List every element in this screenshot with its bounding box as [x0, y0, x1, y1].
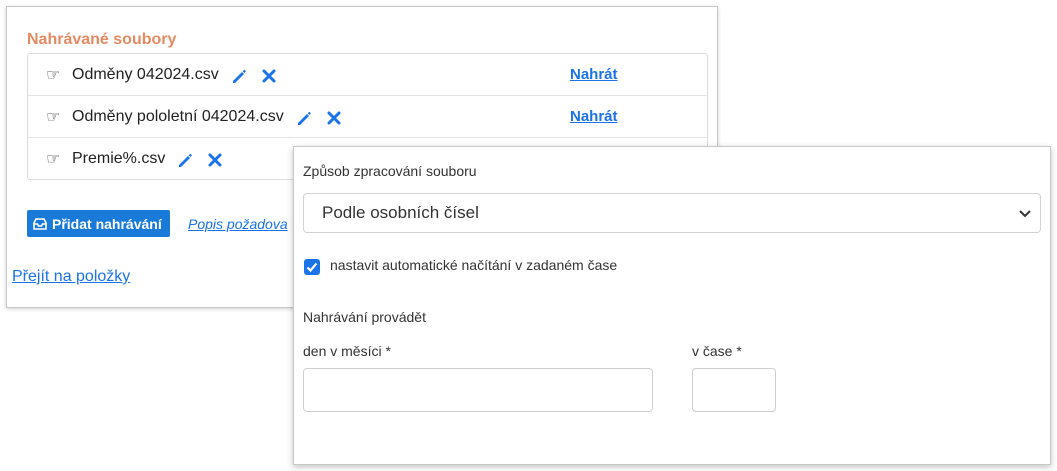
upload-link[interactable]: Nahrát [570, 66, 618, 83]
goto-items-link[interactable]: Přejít na položky [12, 268, 130, 286]
processing-settings-panel: Způsob zpracování souboru Podle osobních… [293, 146, 1051, 465]
file-name: Odměny 042024.csv [72, 65, 219, 83]
pointing-hand-icon: ☞ [46, 66, 61, 84]
processing-method-value: Podle osobních čísel [322, 203, 479, 222]
file-row: ☞ Odměny 042024.csv Nahrát [28, 54, 707, 95]
processing-method-label: Způsob zpracování souboru [303, 163, 477, 179]
time-label: v čase * [692, 343, 742, 359]
close-icon[interactable] [207, 152, 223, 168]
pointing-hand-icon: ☞ [46, 108, 61, 126]
inbox-icon [33, 217, 47, 230]
file-name: Premie%.csv [72, 149, 166, 167]
day-of-month-label: den v měsíci * [303, 343, 391, 359]
add-upload-button[interactable]: Přidat nahrávání [27, 210, 170, 237]
day-of-month-input[interactable] [303, 368, 653, 412]
time-input[interactable] [692, 368, 776, 412]
pointing-hand-icon: ☞ [46, 150, 61, 168]
close-icon[interactable] [326, 110, 342, 126]
auto-load-checkbox[interactable] [304, 259, 320, 275]
schedule-heading: Nahrávání provádět [303, 309, 426, 325]
section-title: Nahrávané soubory [27, 31, 177, 48]
requirements-description-link[interactable]: Popis požadova [188, 216, 288, 232]
upload-link[interactable]: Nahrát [570, 108, 618, 125]
pencil-icon[interactable] [177, 152, 193, 168]
file-name: Odměny pololetní 042024.csv [72, 107, 284, 125]
file-row: ☞ Odměny pololetní 042024.csv Nahrát [28, 95, 707, 137]
processing-method-select[interactable]: Podle osobních čísel [303, 193, 1041, 233]
checkmark-icon [306, 262, 318, 273]
add-upload-label: Přidat nahrávání [52, 215, 162, 232]
pencil-icon[interactable] [296, 110, 312, 126]
auto-load-label: nastavit automatické načítání v zadaném … [330, 257, 618, 273]
close-icon[interactable] [261, 68, 277, 84]
chevron-down-icon [1019, 210, 1031, 218]
pencil-icon[interactable] [231, 68, 247, 84]
